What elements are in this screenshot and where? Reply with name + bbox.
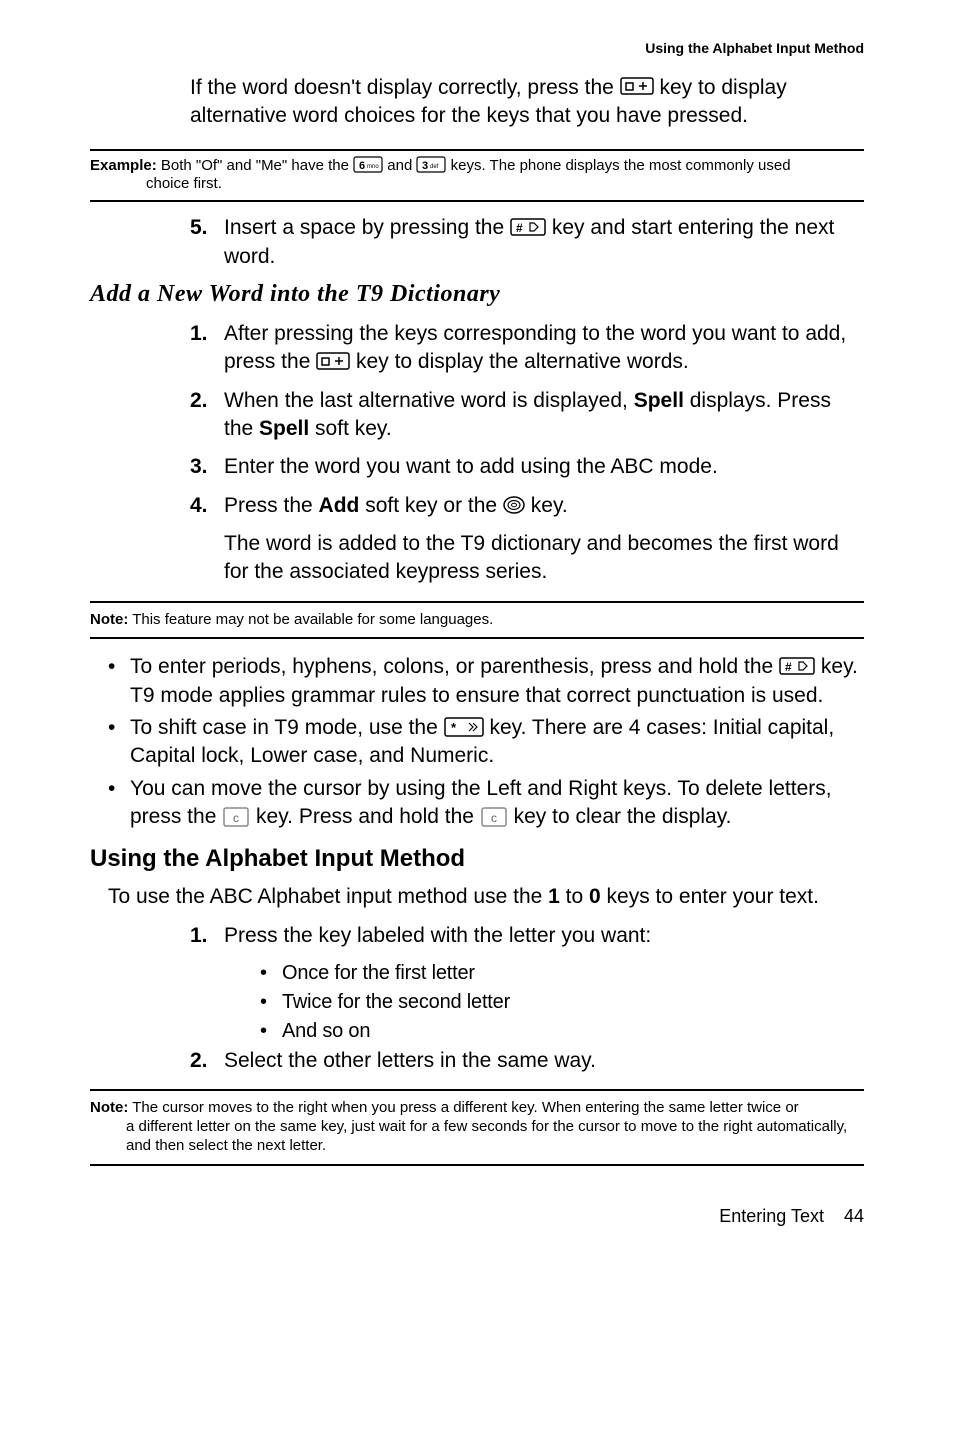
zero-key-icon (620, 77, 654, 97)
tip-item: •To shift case in T9 mode, use the * key… (108, 714, 864, 771)
tip-item: •To enter periods, hyphens, colons, or p… (108, 653, 864, 710)
example-block: Example: Both "Of" and "Me" have the 6mn… (90, 149, 864, 203)
zero-key-icon (316, 352, 350, 372)
note-block-2: Note: The cursor moves to the right when… (90, 1089, 864, 1165)
sub-bullet-item: •And so on (260, 1018, 864, 1045)
note-block-1: Note: This feature may not be available … (90, 601, 864, 640)
section2-steps-cont: 2.Select the other letters in the same w… (190, 1047, 864, 1075)
example-label: Example: (90, 157, 157, 174)
ok-key-icon (503, 495, 525, 515)
clear-key-icon: c (222, 806, 250, 828)
section2-steps: 1.Press the key labeled with the letter … (190, 922, 864, 950)
section-add-word-title: Add a New Word into the T9 Dictionary (90, 281, 864, 308)
sub-bullet-item: •Once for the first letter (260, 960, 864, 987)
intro-paragraph: If the word doesn't display correctly, p… (190, 74, 864, 131)
tip-item: •You can move the cursor by using the Le… (108, 775, 864, 832)
note-label: Note: (90, 1099, 128, 1116)
section2-sub-bullets: •Once for the first letter•Twice for the… (260, 960, 864, 1045)
six-key-icon: 6mno (353, 156, 383, 174)
section-alphabet-title: Using the Alphabet Input Method (90, 845, 864, 873)
clear-key-icon: c (480, 806, 508, 828)
svg-text:c: c (233, 811, 239, 825)
after-step4-text: The word is added to the T9 dictionary a… (224, 530, 864, 587)
running-header: Using the Alphabet Input Method (90, 40, 864, 56)
add-word-steps: 1.After pressing the keys corresponding … (190, 320, 864, 520)
note-label: Note: (90, 611, 128, 628)
svg-text:3: 3 (422, 160, 428, 172)
pound-key-icon: # (510, 218, 546, 238)
pound-key-icon: # (779, 657, 815, 677)
svg-text:def: def (430, 164, 439, 170)
three-key-icon: 3def (416, 156, 446, 174)
svg-text:c: c (491, 811, 497, 825)
tips-bullets: •To enter periods, hyphens, colons, or p… (108, 653, 864, 831)
svg-text:mno: mno (367, 164, 379, 170)
svg-text:6: 6 (359, 160, 365, 172)
step-5-list: 5.Insert a space by pressing the # key a… (190, 214, 864, 271)
star-key-icon: * (444, 717, 484, 739)
sub-bullet-item: •Twice for the second letter (260, 989, 864, 1016)
svg-text:#: # (516, 221, 523, 235)
svg-text:#: # (785, 660, 792, 674)
page-footer: Entering Text 44 (90, 1206, 864, 1227)
section2-intro: To use the ABC Alphabet input method use… (108, 883, 864, 911)
